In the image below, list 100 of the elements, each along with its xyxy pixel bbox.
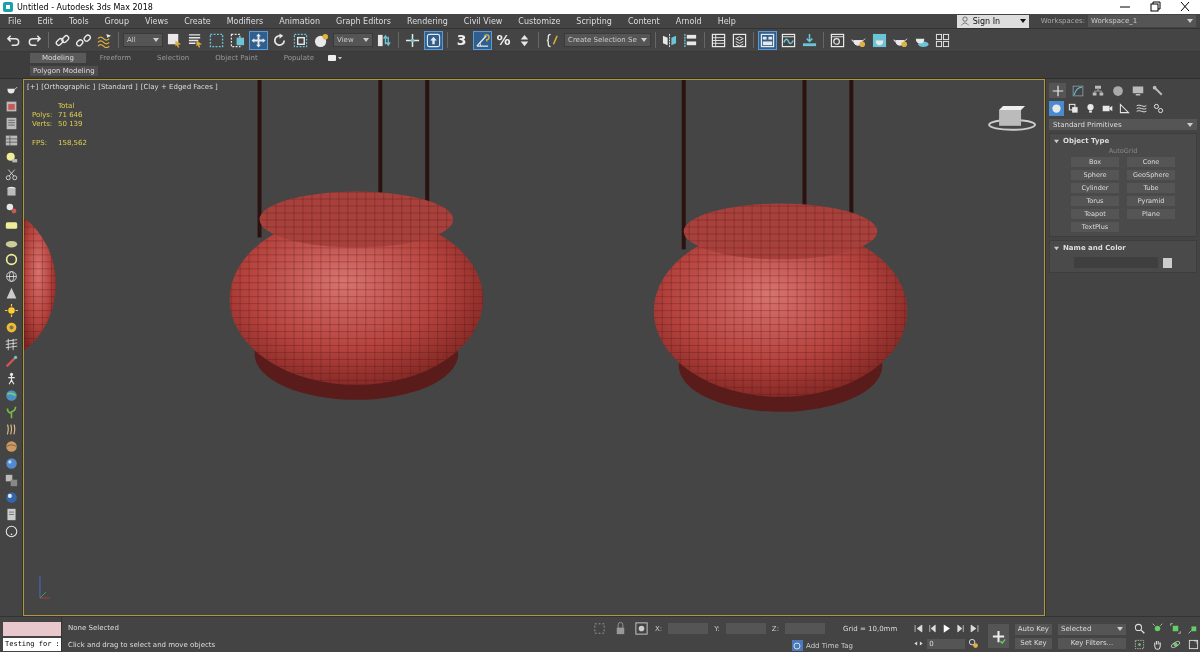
menu-item[interactable]: Graph Editors <box>328 16 399 26</box>
menu-item[interactable]: File <box>0 16 30 26</box>
wave-lines-icon <box>1136 103 1147 114</box>
broken-link-icon <box>76 32 91 48</box>
menu-item[interactable]: Modifiers <box>218 16 272 26</box>
options-toggle-icon[interactable] <box>328 54 343 62</box>
set-key-button[interactable] <box>988 624 1009 648</box>
monitor-icon <box>1131 84 1144 97</box>
dropdown-caret-icon <box>1187 122 1193 127</box>
category-button[interactable] <box>1134 101 1149 116</box>
collapse-icon[interactable] <box>1054 245 1059 251</box>
collapse-icon[interactable] <box>1054 138 1059 144</box>
menu-item[interactable]: Scripting <box>568 16 620 26</box>
ribbon-layout-button[interactable] <box>757 30 777 50</box>
next-frame-icon <box>955 623 967 634</box>
ribbon-layout-icon <box>759 32 775 48</box>
angle-snap-button[interactable] <box>473 30 492 50</box>
menu-item[interactable]: Edit <box>29 16 61 26</box>
window-crossing-icon <box>230 32 245 48</box>
time-config-icon <box>968 638 980 649</box>
dropdown-caret-icon <box>1117 627 1123 631</box>
camera-icon <box>1102 103 1113 114</box>
color-swatch[interactable] <box>1163 257 1172 268</box>
keyboard-shortcut-button[interactable] <box>424 30 443 50</box>
axis-tripod-icon <box>39 575 51 599</box>
transform-type-icon <box>634 621 649 636</box>
ruler-triangle-icon <box>1119 103 1130 114</box>
category-button[interactable] <box>1151 101 1166 116</box>
snap-toggle-button[interactable]: 3 <box>452 30 471 50</box>
menu-item[interactable]: Arnold <box>667 16 710 26</box>
move-icon <box>251 32 266 48</box>
gears-icon <box>1153 103 1164 114</box>
play-icon <box>941 623 953 634</box>
list-icon <box>4 117 18 130</box>
maximize-viewport-icon <box>1188 638 1199 650</box>
grid-icon <box>934 32 950 48</box>
dropdown-caret-icon <box>1019 19 1026 23</box>
link-icon <box>55 32 70 48</box>
pan-hand-icon <box>1152 638 1163 650</box>
category-button[interactable] <box>1117 101 1132 116</box>
scale-icon <box>293 32 308 48</box>
wave-icon <box>97 32 112 48</box>
light-bulb-icon <box>4 151 18 164</box>
cloth-sphere-icon <box>4 440 18 453</box>
snap-toggle-button[interactable]: % <box>494 30 513 50</box>
align-icon <box>682 32 698 48</box>
move-button[interactable] <box>249 30 268 50</box>
plus-icon <box>1051 84 1064 97</box>
sphere-icon <box>314 32 329 48</box>
dropdown-caret-icon <box>363 38 369 42</box>
sign-in-dropdown[interactable]: Sign In <box>956 14 1029 28</box>
previous-frame-icon <box>927 623 939 634</box>
menu-item[interactable]: Animation <box>271 16 329 26</box>
isolate-icon <box>592 621 607 636</box>
zoom-all-icon <box>1152 622 1163 634</box>
hair-icon <box>4 423 18 436</box>
shapes-icon <box>1068 103 1079 114</box>
globe-icon <box>4 389 18 402</box>
layers-icon <box>731 32 747 48</box>
menu-item[interactable]: Civil View <box>455 16 511 26</box>
hierarchy-icon <box>1091 84 1104 97</box>
rectangular-selection-icon <box>209 32 224 48</box>
viewcube-icon[interactable] <box>988 105 1036 131</box>
dropdown-caret-icon <box>1187 19 1193 23</box>
menu-item[interactable]: Group <box>96 16 137 26</box>
help-circle-icon <box>4 525 18 538</box>
category-button[interactable] <box>1066 101 1081 116</box>
menu-item[interactable]: Tools <box>60 16 97 26</box>
menu-item[interactable]: Views <box>136 16 177 26</box>
select-by-name-icon <box>188 32 203 48</box>
target-icon <box>4 321 18 334</box>
command-panel-tab[interactable] <box>1069 83 1086 98</box>
menu-item[interactable]: Create <box>176 16 219 26</box>
table-icon <box>4 134 18 147</box>
plant-icon <box>4 406 18 419</box>
menu-item[interactable]: Help <box>709 16 744 26</box>
tag-icon <box>793 641 802 650</box>
search-icon <box>1134 622 1145 634</box>
wrench-icon <box>1151 84 1164 97</box>
window-title: Untitled - Autodesk 3ds Max 2018 <box>17 2 153 12</box>
menu-item[interactable]: Customize <box>510 16 569 26</box>
angle-snap-icon <box>475 32 490 48</box>
document-icon <box>4 508 18 521</box>
keyboard-shortcut-icon <box>426 32 441 48</box>
wire-sphere-icon <box>4 270 18 283</box>
maxscript-field[interactable] <box>3 621 61 636</box>
boxes-icon <box>4 474 18 487</box>
time-tag-button[interactable] <box>792 640 803 651</box>
dropdown-caret-icon <box>153 38 159 42</box>
brush-icon <box>4 355 18 368</box>
dropdown-caret-icon <box>640 38 647 42</box>
command-panel-tab[interactable] <box>1049 83 1066 98</box>
menu-item[interactable]: Rendering <box>398 16 456 26</box>
select-object-icon <box>167 32 182 48</box>
key-plus-icon <box>991 628 1007 644</box>
ball-icon <box>4 491 18 504</box>
sphere-icon <box>1051 103 1062 114</box>
menu-item[interactable]: Content <box>619 16 668 26</box>
render-setup-icon <box>829 32 845 48</box>
zoom-region-icon <box>1134 638 1145 650</box>
